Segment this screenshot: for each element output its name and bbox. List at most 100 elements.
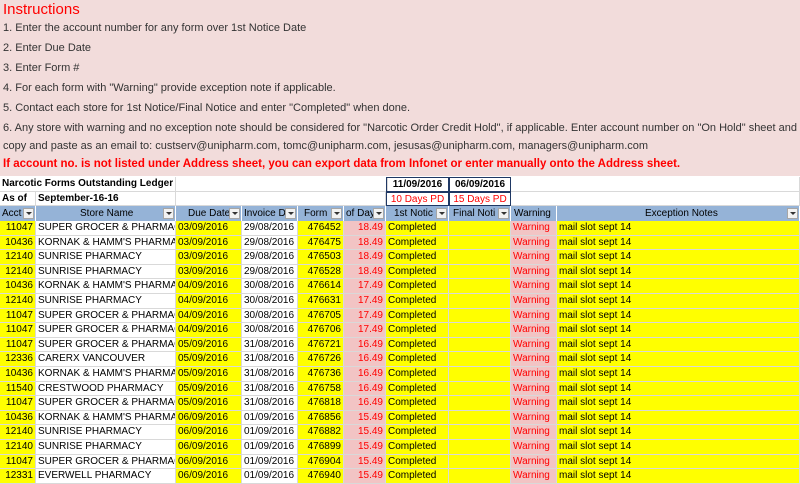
column-header-form[interactable]: Form bbox=[298, 206, 344, 221]
invoice-date-cell[interactable]: 31/08/2016 bbox=[242, 352, 298, 367]
invoice-date-cell[interactable]: 01/09/2016 bbox=[242, 454, 298, 470]
due-date-cell[interactable]: 06/09/2016 bbox=[176, 469, 242, 484]
days-cell[interactable]: 17.49 bbox=[344, 279, 386, 294]
exception-notes-cell[interactable]: mail slot sept 14 bbox=[557, 294, 800, 309]
store-name-cell[interactable]: SUNRISE PHARMACY bbox=[36, 440, 176, 455]
final-notice-cell[interactable] bbox=[449, 294, 511, 309]
filter-dropdown-icon[interactable] bbox=[285, 208, 296, 219]
due-date-cell[interactable]: 03/09/2016 bbox=[176, 235, 242, 251]
first-notice-cell[interactable]: Completed bbox=[386, 381, 449, 397]
column-header-of-day[interactable]: of Day bbox=[344, 206, 386, 221]
days-cell[interactable]: 18.49 bbox=[344, 221, 386, 236]
store-name-cell[interactable]: CRESTWOOD PHARMACY bbox=[36, 381, 176, 397]
final-notice-cell[interactable] bbox=[449, 337, 511, 353]
form-cell[interactable]: 476706 bbox=[298, 323, 344, 338]
empty-cell[interactable] bbox=[511, 177, 800, 192]
filter-dropdown-icon[interactable] bbox=[373, 208, 384, 219]
due-date-cell[interactable]: 05/09/2016 bbox=[176, 381, 242, 397]
exception-notes-cell[interactable]: mail slot sept 14 bbox=[557, 235, 800, 251]
final-notice-cell[interactable] bbox=[449, 410, 511, 426]
first-notice-cell[interactable]: Completed bbox=[386, 250, 449, 265]
due-date-cell[interactable]: 05/09/2016 bbox=[176, 396, 242, 411]
first-notice-cell[interactable]: Completed bbox=[386, 264, 449, 280]
days-cell[interactable]: 18.49 bbox=[344, 235, 386, 251]
acct-cell[interactable]: 12140 bbox=[0, 250, 36, 265]
store-name-cell[interactable]: SUNRISE PHARMACY bbox=[36, 250, 176, 265]
acct-cell[interactable]: 12140 bbox=[0, 425, 36, 440]
column-header-first-notice[interactable]: 1st Notic bbox=[386, 206, 449, 221]
due-date-cell[interactable]: 04/09/2016 bbox=[176, 308, 242, 324]
final-notice-note[interactable]: 15 Days PD bbox=[449, 192, 511, 206]
column-header-acct[interactable]: Acct bbox=[0, 206, 36, 221]
exception-notes-cell[interactable]: mail slot sept 14 bbox=[557, 337, 800, 353]
invoice-date-cell[interactable]: 01/09/2016 bbox=[242, 425, 298, 440]
final-notice-cell[interactable] bbox=[449, 235, 511, 251]
form-cell[interactable]: 476614 bbox=[298, 279, 344, 294]
form-cell[interactable]: 476899 bbox=[298, 440, 344, 455]
days-cell[interactable]: 17.49 bbox=[344, 294, 386, 309]
warning-cell[interactable]: Warning bbox=[511, 235, 557, 251]
acct-cell[interactable]: 11047 bbox=[0, 308, 36, 324]
store-name-cell[interactable]: SUPER GROCER & PHARMACY bbox=[36, 454, 176, 470]
column-header-final-notice[interactable]: Final Noti bbox=[449, 206, 511, 221]
warning-cell[interactable]: Warning bbox=[511, 264, 557, 280]
form-cell[interactable]: 476736 bbox=[298, 367, 344, 382]
days-cell[interactable]: 17.49 bbox=[344, 308, 386, 324]
empty-cell[interactable] bbox=[176, 177, 388, 192]
invoice-date-cell[interactable]: 31/08/2016 bbox=[242, 367, 298, 382]
exception-notes-cell[interactable]: mail slot sept 14 bbox=[557, 221, 800, 236]
ledger-title[interactable]: Narcotic Forms Outstanding Ledger bbox=[0, 177, 176, 192]
exception-notes-cell[interactable]: mail slot sept 14 bbox=[557, 440, 800, 455]
form-cell[interactable]: 476528 bbox=[298, 264, 344, 280]
days-cell[interactable]: 18.49 bbox=[344, 250, 386, 265]
invoice-date-cell[interactable]: 29/08/2016 bbox=[242, 264, 298, 280]
store-name-cell[interactable]: SUPER GROCER & PHARMACY bbox=[36, 396, 176, 411]
form-cell[interactable]: 476856 bbox=[298, 410, 344, 426]
due-date-cell[interactable]: 06/09/2016 bbox=[176, 425, 242, 440]
days-cell[interactable]: 17.49 bbox=[344, 323, 386, 338]
acct-cell[interactable]: 11047 bbox=[0, 221, 36, 236]
form-cell[interactable]: 476904 bbox=[298, 454, 344, 470]
filter-dropdown-icon[interactable] bbox=[229, 208, 240, 219]
acct-cell[interactable]: 10436 bbox=[0, 367, 36, 382]
filter-dropdown-icon[interactable] bbox=[163, 208, 174, 219]
form-cell[interactable]: 476721 bbox=[298, 337, 344, 353]
invoice-date-cell[interactable]: 01/09/2016 bbox=[242, 410, 298, 426]
invoice-date-cell[interactable]: 01/09/2016 bbox=[242, 440, 298, 455]
filter-dropdown-icon[interactable] bbox=[787, 208, 798, 219]
as-of-label[interactable]: As of bbox=[0, 192, 36, 206]
column-header-warning[interactable]: Warning bbox=[511, 206, 557, 221]
warning-cell[interactable]: Warning bbox=[511, 440, 557, 455]
final-notice-cell[interactable] bbox=[449, 440, 511, 455]
warning-cell[interactable]: Warning bbox=[511, 279, 557, 294]
first-notice-cell[interactable]: Completed bbox=[386, 469, 449, 484]
store-name-cell[interactable]: CARERX VANCOUVER bbox=[36, 352, 176, 367]
days-cell[interactable]: 16.49 bbox=[344, 381, 386, 397]
first-notice-cell[interactable]: Completed bbox=[386, 454, 449, 470]
form-cell[interactable]: 476705 bbox=[298, 308, 344, 324]
invoice-date-cell[interactable]: 31/08/2016 bbox=[242, 337, 298, 353]
acct-cell[interactable]: 11047 bbox=[0, 323, 36, 338]
invoice-date-cell[interactable]: 30/08/2016 bbox=[242, 294, 298, 309]
days-cell[interactable]: 15.49 bbox=[344, 454, 386, 470]
first-notice-cell[interactable]: Completed bbox=[386, 440, 449, 455]
exception-notes-cell[interactable]: mail slot sept 14 bbox=[557, 381, 800, 397]
first-notice-cell[interactable]: Completed bbox=[386, 279, 449, 294]
first-notice-cell[interactable]: Completed bbox=[386, 425, 449, 440]
first-notice-cell[interactable]: Completed bbox=[386, 294, 449, 309]
acct-cell[interactable]: 10436 bbox=[0, 279, 36, 294]
empty-cell[interactable] bbox=[176, 192, 386, 206]
first-notice-cell[interactable]: Completed bbox=[386, 352, 449, 367]
exception-notes-cell[interactable]: mail slot sept 14 bbox=[557, 469, 800, 484]
first-notice-cell[interactable]: Completed bbox=[386, 367, 449, 382]
acct-cell[interactable]: 12336 bbox=[0, 352, 36, 367]
first-notice-cell[interactable]: Completed bbox=[386, 235, 449, 251]
acct-cell[interactable]: 12140 bbox=[0, 440, 36, 455]
filter-dropdown-icon[interactable] bbox=[331, 208, 342, 219]
column-header-due-date[interactable]: Due Date bbox=[176, 206, 242, 221]
form-cell[interactable]: 476475 bbox=[298, 235, 344, 251]
acct-cell[interactable]: 12140 bbox=[0, 264, 36, 280]
days-cell[interactable]: 16.49 bbox=[344, 337, 386, 353]
as-of-date[interactable]: September-16-16 bbox=[36, 192, 176, 206]
due-date-cell[interactable]: 06/09/2016 bbox=[176, 440, 242, 455]
